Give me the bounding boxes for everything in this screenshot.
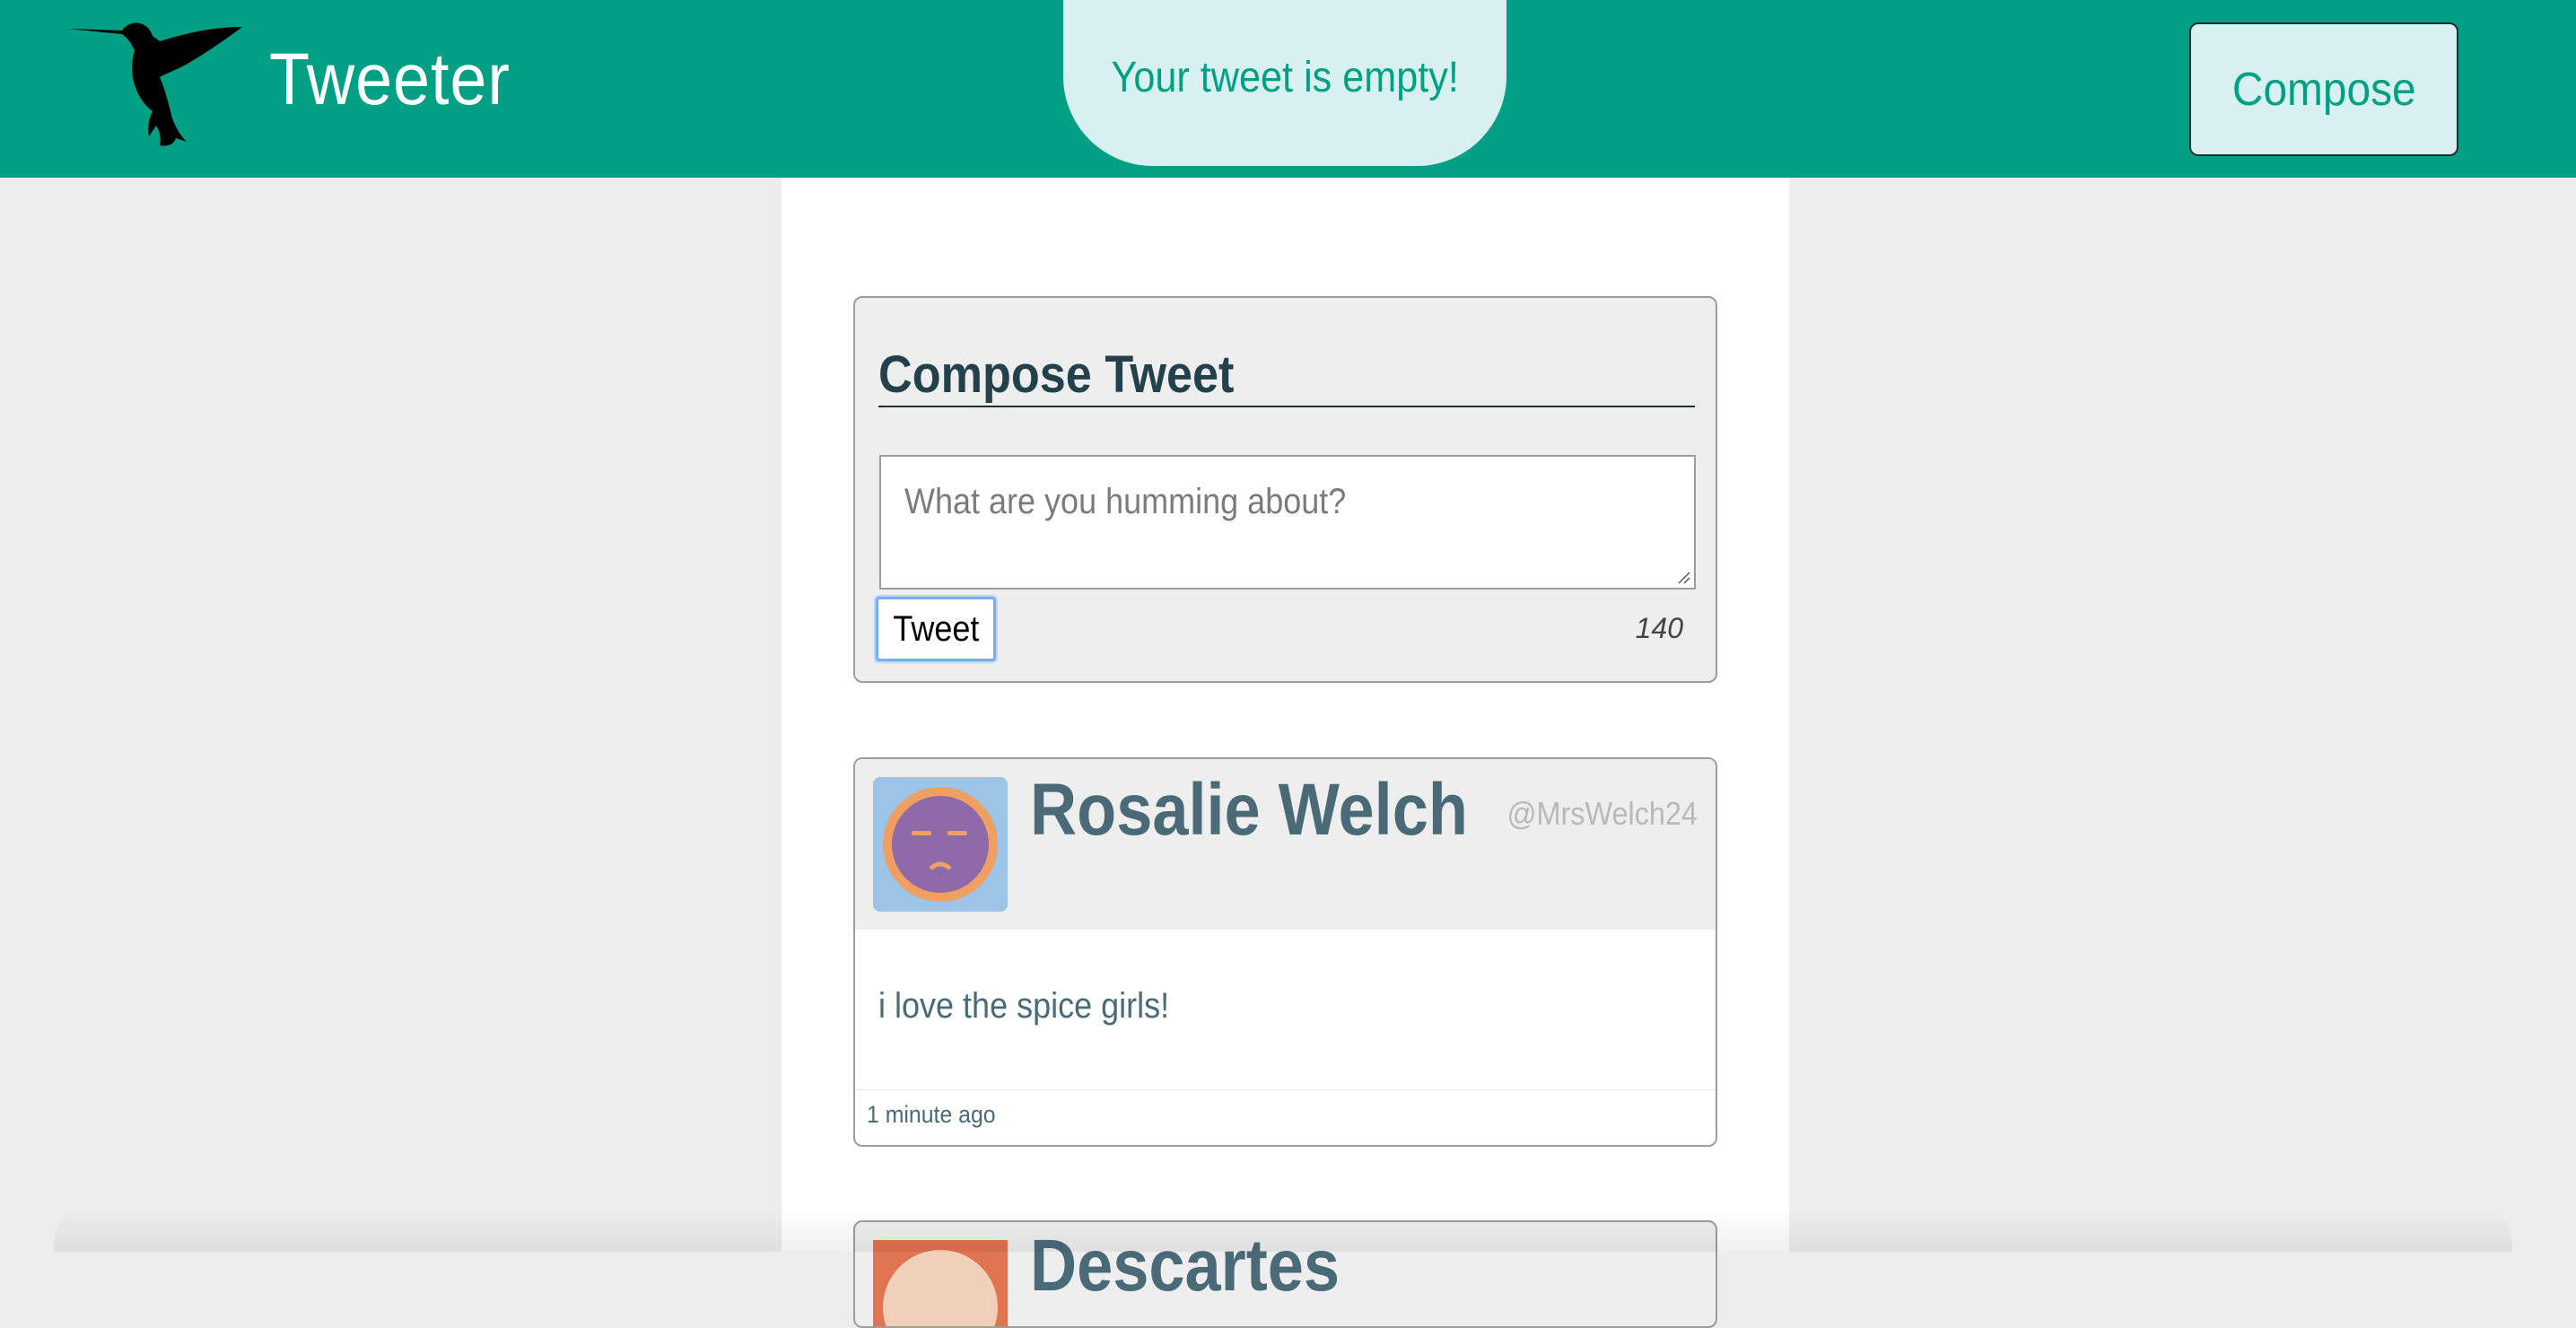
- tweet-submit-label: Tweet: [892, 608, 980, 649]
- compose-button[interactable]: Compose: [2189, 22, 2458, 156]
- avatar: [873, 777, 1008, 912]
- tweet-card: Rosalie Welch @MrsWelch24 i love the spi…: [853, 757, 1717, 1147]
- tweet-user-name: Descartes: [1030, 1225, 1340, 1306]
- top-navigation-bar: Tweeter Your tweet is empty! Compose: [0, 0, 2576, 178]
- tweet-timestamp: 1 minute ago: [867, 1101, 996, 1128]
- main-content: Compose Tweet What are you humming about…: [782, 178, 1789, 1328]
- character-counter: 140: [1635, 612, 1683, 644]
- tweet-footer: 1 minute ago: [855, 1089, 1716, 1145]
- avatar: [873, 1240, 1008, 1326]
- error-flash-message: Your tweet is empty!: [1063, 0, 1506, 166]
- face-avatar-icon: [873, 777, 1008, 912]
- app-title: Tweeter: [269, 39, 511, 120]
- tweet-user-name: Rosalie Welch: [1030, 769, 1468, 851]
- compose-heading-text: Compose Tweet: [878, 345, 1235, 404]
- compose-tweet-form: Compose Tweet What are you humming about…: [853, 296, 1717, 683]
- tweet-textarea[interactable]: What are you humming about?: [879, 455, 1696, 590]
- hummingbird-icon: [68, 22, 242, 146]
- tweet-textarea-placeholder: What are you humming about?: [904, 482, 1347, 521]
- tweet-card: Descartes: [853, 1220, 1717, 1328]
- tweet-user-handle: @MrsWelch24: [1506, 795, 1698, 832]
- resize-grip-icon[interactable]: [1676, 570, 1690, 584]
- compose-button-label: Compose: [2231, 63, 2416, 116]
- tweet-submit-button[interactable]: Tweet: [876, 597, 996, 661]
- compose-heading: Compose Tweet: [878, 343, 1695, 407]
- tweet-text: i love the spice girls!: [878, 986, 1170, 1026]
- tweet-header: Rosalie Welch @MrsWelch24: [855, 759, 1716, 930]
- flash-text: Your tweet is empty!: [1111, 54, 1459, 101]
- face-avatar-icon: [873, 1240, 1008, 1326]
